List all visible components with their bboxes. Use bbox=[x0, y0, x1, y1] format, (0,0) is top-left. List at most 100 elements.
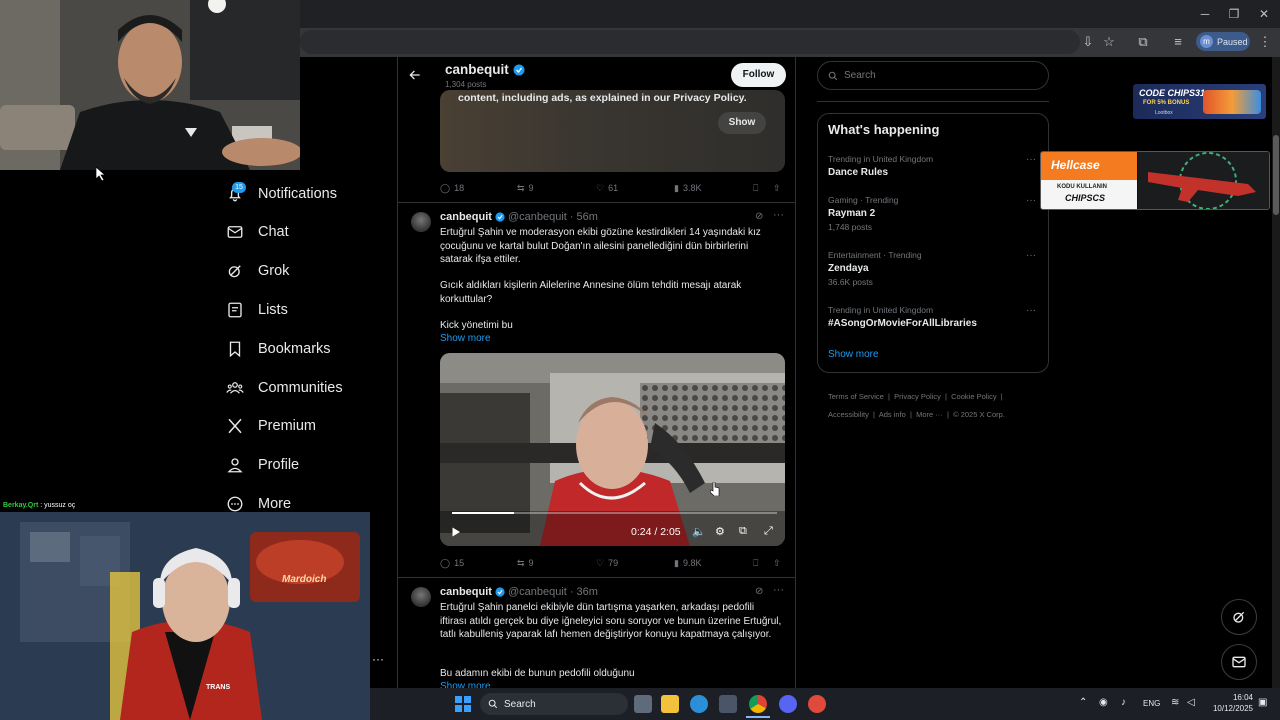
like-button[interactable]: ♡ 61 bbox=[596, 183, 618, 194]
tweet2-show-more-link[interactable]: Show more bbox=[440, 680, 491, 688]
tweet-more-icon[interactable]: ··· bbox=[773, 584, 784, 596]
repost-icon: ⇆ bbox=[517, 557, 525, 568]
file-explorer-icon[interactable] bbox=[661, 695, 679, 713]
address-bar[interactable] bbox=[300, 30, 1080, 54]
trend-item[interactable]: Entertainment · Trending Zendaya 36.6K p… bbox=[828, 250, 1038, 287]
play-icon[interactable] bbox=[450, 526, 462, 538]
taskbar-search[interactable]: Search bbox=[480, 693, 628, 715]
grok-fab[interactable] bbox=[1221, 599, 1257, 635]
nav-chat[interactable]: Chat bbox=[226, 216, 386, 248]
tweet-author-handle[interactable]: @canbequit bbox=[508, 586, 567, 598]
profile-header-name: canbequit bbox=[445, 62, 525, 77]
show-sensitive-button[interactable]: Show bbox=[718, 112, 766, 134]
language-indicator[interactable]: ENG bbox=[1143, 699, 1160, 708]
task-view-icon[interactable] bbox=[634, 695, 652, 713]
trends-show-more-link[interactable]: Show more bbox=[828, 349, 879, 360]
views-button[interactable]: ▮ 3.8K bbox=[674, 183, 701, 194]
microphone-icon[interactable]: ♪ bbox=[1121, 697, 1126, 708]
trend-more-icon[interactable]: ··· bbox=[1026, 195, 1036, 206]
nav-profile[interactable]: Profile bbox=[226, 449, 386, 481]
wifi-icon[interactable]: ≋ bbox=[1171, 697, 1179, 708]
settings-gear-icon[interactable]: ⚙ bbox=[715, 525, 725, 538]
nav-grok[interactable]: Grok bbox=[226, 255, 386, 287]
trend-more-icon[interactable]: ··· bbox=[1026, 305, 1036, 316]
tweet-author-handle[interactable]: @canbequit bbox=[508, 211, 567, 223]
account-more-icon[interactable]: ··· bbox=[372, 652, 384, 666]
taskbar-clock[interactable]: 16:04 10/12/2025 bbox=[1207, 692, 1253, 714]
views-button[interactable]: ▮ 9.8K bbox=[674, 558, 701, 569]
edge-browser-icon[interactable] bbox=[690, 695, 708, 713]
trend-item[interactable]: Trending in United Kingdom #ASongOrMovie… bbox=[828, 305, 1038, 329]
fullscreen-icon[interactable]: ⤢ bbox=[764, 525, 773, 538]
picture-in-picture-icon[interactable]: ⧉ bbox=[739, 525, 747, 538]
like-button[interactable]: ♡ 79 bbox=[596, 558, 618, 569]
tweet-author-name[interactable]: canbequit bbox=[440, 211, 492, 223]
close-window-button[interactable]: ✕ bbox=[1249, 4, 1279, 24]
bookmark-tweet-icon[interactable]: ⎕ bbox=[753, 183, 758, 194]
nav-communities[interactable]: Communities bbox=[226, 372, 386, 404]
chrome-browser-icon[interactable] bbox=[749, 695, 767, 713]
trend-more-icon[interactable]: ··· bbox=[1026, 250, 1036, 261]
footer-link-more[interactable]: More ··· bbox=[916, 410, 943, 419]
grok-tweet-icon[interactable]: ⊘ bbox=[755, 586, 763, 597]
app-icon-red[interactable] bbox=[808, 695, 826, 713]
follow-button[interactable]: Follow bbox=[731, 63, 786, 87]
trend-more-icon[interactable]: ··· bbox=[1026, 154, 1036, 165]
browser-menu-icon[interactable]: ⋮ bbox=[1256, 33, 1274, 51]
tweet1-paragraph-2: Gıcık aldıkları kişilerin Ailelerine Ann… bbox=[440, 280, 742, 305]
repost-button[interactable]: ⇆ 9 bbox=[517, 183, 534, 194]
more-circle-icon bbox=[227, 496, 243, 512]
tweet-more-icon[interactable]: ··· bbox=[773, 209, 784, 221]
messages-fab[interactable] bbox=[1221, 644, 1257, 680]
nav-label: Profile bbox=[258, 457, 300, 473]
reply-button[interactable]: ◯ 15 bbox=[440, 558, 464, 569]
store-icon[interactable] bbox=[719, 695, 737, 713]
footer-link-privacy[interactable]: Privacy Policy bbox=[894, 392, 941, 401]
share-icon[interactable]: ⇧ bbox=[773, 183, 781, 194]
discord-icon[interactable] bbox=[779, 695, 797, 713]
grok-tweet-icon[interactable]: ⊘ bbox=[755, 211, 763, 222]
notification-center-icon[interactable]: ▣ bbox=[1258, 697, 1267, 708]
trend-context: Trending in United Kingdom bbox=[828, 154, 934, 164]
nav-notifications[interactable]: Notifications bbox=[226, 178, 386, 210]
trend-item[interactable]: Trending in United Kingdom Dance Rules bbox=[828, 154, 1038, 178]
bookmark-star-icon[interactable]: ☆ bbox=[1100, 33, 1118, 51]
ad-code-text: CODE CHIPS31 bbox=[1139, 88, 1206, 98]
ad-bonus-text: FOR 5% BONUS bbox=[1143, 100, 1190, 106]
tweet2-avatar[interactable] bbox=[411, 587, 431, 607]
media-control-icon[interactable]: ≡ bbox=[1169, 33, 1187, 51]
speaker-icon[interactable]: ◁ bbox=[1187, 697, 1195, 708]
page-scrollbar[interactable] bbox=[1272, 57, 1280, 688]
footer-link-accessibility[interactable]: Accessibility bbox=[828, 410, 869, 419]
extensions-icon[interactable]: ⧉ bbox=[1134, 33, 1152, 51]
footer-link-cookies[interactable]: Cookie Policy bbox=[951, 392, 996, 401]
share-icon[interactable]: ⇧ bbox=[773, 558, 781, 569]
tweet1-show-more-link[interactable]: Show more bbox=[440, 332, 491, 346]
tweet-author-name[interactable]: canbequit bbox=[440, 586, 492, 598]
volume-icon[interactable]: 🔈 bbox=[692, 525, 706, 538]
tray-discord-icon[interactable]: ◉ bbox=[1099, 697, 1108, 708]
tweet1-video[interactable]: 0:24 / 2:05 🔈 ⚙ ⧉ ⤢ bbox=[440, 353, 785, 546]
nav-premium[interactable]: Premium bbox=[226, 410, 386, 442]
install-app-icon[interactable]: ⇩ bbox=[1079, 33, 1097, 51]
back-arrow-icon[interactable] bbox=[408, 68, 422, 82]
footer-link-ads-info[interactable]: Ads info bbox=[879, 410, 906, 419]
show-hidden-icons-icon[interactable]: ⌃ bbox=[1079, 697, 1087, 708]
nav-lists[interactable]: Lists bbox=[226, 294, 386, 326]
nav-bookmarks[interactable]: Bookmarks bbox=[226, 333, 386, 365]
repost-count: 9 bbox=[528, 558, 534, 568]
windows-start-icon[interactable] bbox=[455, 696, 471, 712]
footer-link-terms[interactable]: Terms of Service bbox=[828, 392, 884, 401]
repost-button[interactable]: ⇆ 9 bbox=[517, 558, 534, 569]
bookmark-tweet-icon[interactable]: ⎕ bbox=[753, 558, 758, 569]
reply-button[interactable]: ◯ 18 bbox=[440, 183, 464, 194]
search-input[interactable]: Search bbox=[817, 61, 1049, 90]
scrollbar-thumb[interactable] bbox=[1273, 135, 1279, 215]
mail-icon bbox=[227, 226, 243, 238]
minimize-button[interactable]: ─ bbox=[1190, 4, 1220, 24]
like-count: 79 bbox=[608, 558, 619, 568]
profile-chip[interactable]: m Paused bbox=[1196, 32, 1250, 51]
maximize-button[interactable]: ❐ bbox=[1219, 4, 1249, 24]
tweet1-avatar[interactable] bbox=[411, 212, 431, 232]
trend-item[interactable]: Gaming · Trending Rayman 2 1,748 posts bbox=[828, 195, 1038, 232]
